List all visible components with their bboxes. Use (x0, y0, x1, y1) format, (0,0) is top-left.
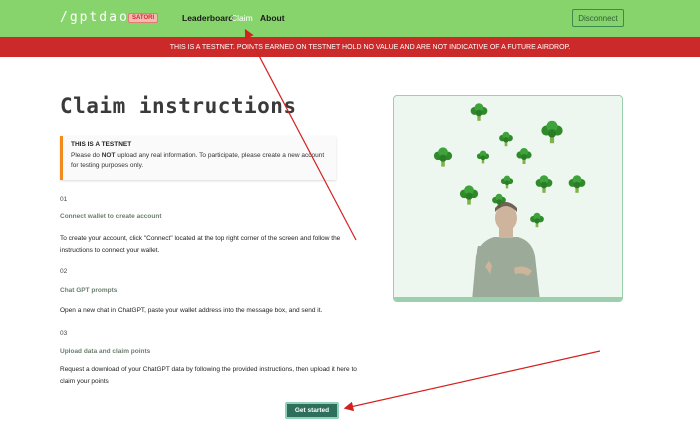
hero-illustration (393, 95, 623, 302)
testnet-warning-card: THIS IS A TESTNET Please do NOT upload a… (60, 136, 336, 180)
broccoli-icon (459, 185, 479, 205)
page-title: Claim instructions (60, 94, 297, 118)
step-number: 01 (60, 196, 68, 203)
broccoli-icon (499, 131, 513, 147)
nav-link-claim[interactable]: Claim (231, 13, 253, 23)
broccoli-icon (433, 147, 453, 167)
broccoli-icon (516, 148, 532, 164)
step-number: 02 (60, 268, 68, 275)
person-figure (472, 202, 540, 301)
nav-link-about[interactable]: About (260, 13, 285, 23)
warning-body-pre: Please do (71, 152, 102, 159)
step-title: Connect wallet to create account (60, 213, 162, 220)
warning-body: Please do NOT upload any real informatio… (71, 151, 328, 171)
step-title: Upload data and claim points (60, 348, 151, 355)
step-title: Chat GPT prompts (60, 287, 118, 294)
warning-title: THIS IS A TESTNET (71, 141, 132, 148)
network-badge: SATORI (128, 13, 159, 23)
step-number: 03 (60, 330, 68, 337)
get-started-button[interactable]: Get started (285, 402, 339, 419)
testnet-banner: THIS IS A TESTNET. POINTS EARNED ON TEST… (0, 37, 700, 57)
step-text: To create your account, click "Connect" … (60, 235, 341, 254)
step-text: Open a new chat in ChatGPT, paste your w… (60, 307, 323, 314)
illustration-canvas (433, 103, 586, 301)
site-logo[interactable]: /gptdao (60, 10, 129, 25)
top-navbar: /gptdao SATORI Leaderboard Claim About D… (0, 0, 700, 37)
nav-link-leaderboard[interactable]: Leaderboard (182, 13, 234, 23)
broccoli-icon (470, 103, 488, 121)
broccoli-icon (535, 175, 553, 193)
disconnect-button[interactable]: Disconnect (572, 9, 624, 27)
broccoli-icon (530, 212, 544, 228)
broccoli-icon (568, 175, 586, 193)
broccoli-icon (500, 175, 514, 189)
warning-body-bold: NOT (101, 152, 116, 159)
testnet-banner-text: THIS IS A TESTNET. POINTS EARNED ON TEST… (169, 43, 571, 51)
broccoli-icon (476, 150, 490, 164)
arrow-to-get-started (343, 350, 601, 412)
card-bottom-bar (394, 297, 622, 301)
step-text: Request a download of your ChatGPT data … (60, 366, 357, 385)
broccoli-icon (541, 120, 563, 144)
